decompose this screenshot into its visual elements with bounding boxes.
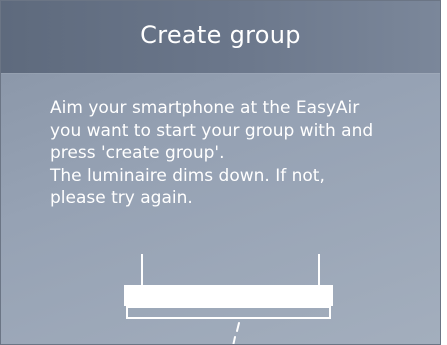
- luminaire-diffuser: [126, 306, 331, 319]
- luminaire-icon: [124, 254, 333, 319]
- luminaire-illustration: [124, 254, 333, 344]
- ir-beam-icon: [232, 322, 240, 344]
- luminaire-body: [124, 285, 333, 306]
- create-group-screen: Create group Aim your smartphone at the …: [0, 0, 441, 345]
